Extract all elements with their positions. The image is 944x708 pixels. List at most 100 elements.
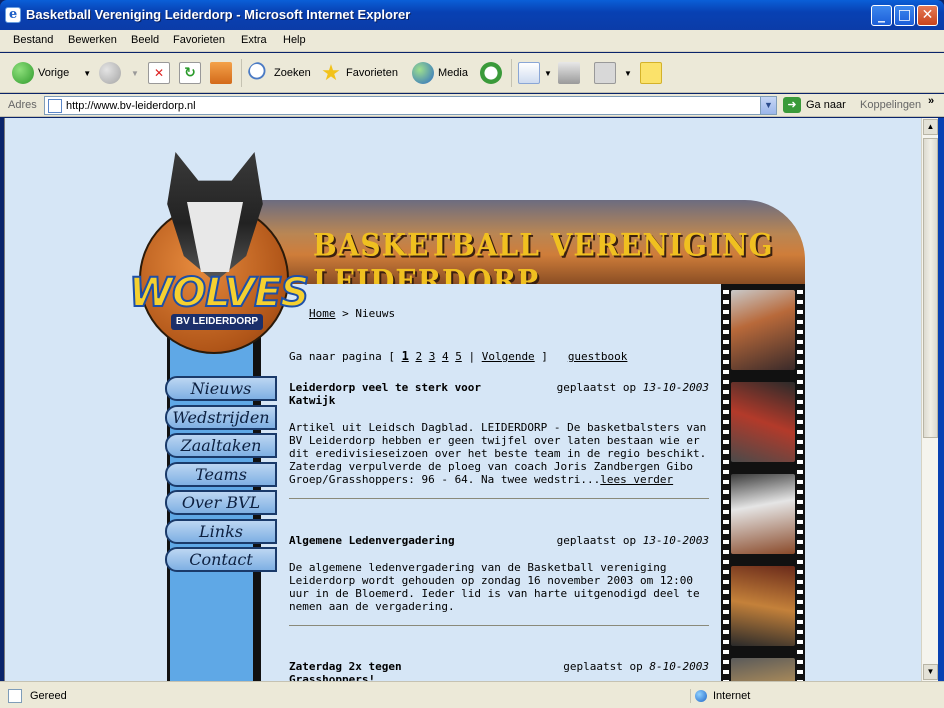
print-button[interactable]	[558, 62, 580, 84]
news-item: Leiderdorp veel te sterk voor Katwijk ge…	[289, 381, 709, 499]
go-label: Ga naar	[806, 99, 846, 111]
menu-bewerken[interactable]: Bewerken	[68, 34, 117, 46]
nav-links[interactable]: Links	[165, 518, 277, 544]
address-dropdown-icon[interactable]: ▼	[760, 97, 776, 114]
logo-wordmark: WOLVES	[128, 269, 310, 317]
links-toolbar[interactable]: Koppelingen	[860, 99, 921, 111]
minimize-button[interactable]: _	[871, 5, 892, 26]
ie-icon: e	[5, 7, 21, 23]
nav-over-bvl[interactable]: Over BVL	[165, 490, 277, 515]
nav-wedstrijden[interactable]: Wedstrijden	[165, 404, 277, 430]
back-dropdown-icon[interactable]: ▼	[83, 69, 91, 78]
go-button[interactable]: ➜ Ga naar	[783, 97, 846, 113]
menu-help[interactable]: Help	[283, 34, 306, 46]
stop-icon: ✕	[148, 62, 170, 84]
posted-label: geplaatst op	[556, 381, 643, 394]
favorites-button[interactable]: ★ Favorieten	[320, 62, 398, 84]
go-arrow-icon: ➜	[783, 97, 801, 113]
news-item: Algemene Ledenvergadering geplaatst op 1…	[289, 534, 709, 626]
title-bar[interactable]: e Basketball Vereniging Leiderdorp - Mic…	[0, 0, 944, 30]
home-button[interactable]	[210, 62, 232, 84]
photo-frame	[731, 382, 795, 462]
page-viewport: BASKETBALL VERENIGING LEIDERDORP WOLVES …	[4, 118, 921, 681]
refresh-button[interactable]: ↻	[179, 62, 201, 84]
nav-zaaltaken[interactable]: Zaaltaken	[165, 433, 277, 458]
edit-icon	[594, 62, 616, 84]
media-button[interactable]: Media	[412, 62, 468, 84]
status-zone: Internet	[690, 689, 750, 703]
forward-dropdown-icon[interactable]: ▼	[131, 69, 139, 78]
messenger-button[interactable]	[640, 62, 662, 84]
vertical-scrollbar[interactable]: ▲ ▼	[921, 118, 938, 681]
address-input[interactable]: http://www.bv-leiderdorp.nl ▼	[44, 96, 777, 115]
pagination: Ga naar pagina [ 1 2 3 4 5 | Volgende ] …	[289, 349, 627, 363]
mail-dropdown-icon[interactable]: ▼	[544, 69, 552, 78]
back-label: Vorige	[38, 67, 70, 79]
stop-button[interactable]: ✕	[148, 62, 170, 84]
back-arrow-icon	[12, 62, 34, 84]
edit-dropdown-icon[interactable]: ▼	[624, 69, 632, 78]
history-button[interactable]	[480, 62, 502, 84]
date-value: 13-10-2003	[642, 381, 709, 394]
nav-teams[interactable]: Teams	[165, 461, 277, 487]
news-title: Zaterdag 2x tegen Grasshoppers!	[289, 660, 402, 681]
pager-sep: |	[461, 350, 482, 363]
forward-button[interactable]: ▼	[99, 62, 139, 84]
search-button[interactable]: Zoeken	[248, 62, 311, 84]
search-label: Zoeken	[274, 67, 311, 79]
browser-window: e Basketball Vereniging Leiderdorp - Mic…	[0, 0, 944, 708]
media-icon	[412, 62, 434, 84]
address-url[interactable]: http://www.bv-leiderdorp.nl	[66, 100, 196, 112]
mail-button[interactable]: ▼	[518, 62, 552, 84]
photo-filmstrip	[721, 284, 805, 681]
breadcrumb-home[interactable]: Home	[309, 307, 336, 320]
address-bar: Adres http://www.bv-leiderdorp.nl ▼ ➜ Ga…	[0, 94, 944, 117]
menu-beeld[interactable]: Beeld	[131, 34, 159, 46]
read-more-link[interactable]: lees verder	[600, 473, 673, 486]
posted-label: geplaatst op	[563, 660, 650, 673]
globe-icon	[695, 690, 707, 702]
mail-icon	[518, 62, 540, 84]
scroll-up-icon[interactable]: ▲	[923, 119, 938, 135]
menu-extra[interactable]: Extra	[241, 34, 267, 46]
page-link-4[interactable]: 4	[442, 350, 449, 363]
nav-contact[interactable]: Contact	[165, 547, 277, 572]
breadcrumb: Home > Nieuws	[309, 307, 395, 320]
date-value: 13-10-2003	[642, 534, 709, 547]
page-link-5[interactable]: 5	[455, 350, 462, 363]
guestbook-link[interactable]: guestbook	[568, 350, 628, 363]
news-title: Leiderdorp veel te sterk voor Katwijk	[289, 381, 482, 407]
page-link-3[interactable]: 3	[429, 350, 436, 363]
scroll-down-icon[interactable]: ▼	[923, 664, 938, 680]
wolves-logo[interactable]: WOLVES BV LEIDERDORP	[125, 152, 310, 354]
close-button[interactable]: ✕	[917, 5, 938, 26]
forward-arrow-icon	[99, 62, 121, 84]
next-page-link[interactable]: Volgende	[482, 350, 535, 363]
scroll-thumb[interactable]	[923, 138, 938, 438]
breadcrumb-current: Nieuws	[355, 307, 396, 320]
toolbar-separator	[511, 59, 512, 87]
page-icon	[48, 99, 62, 113]
page-link-1[interactable]: 1	[402, 349, 409, 363]
nav-nieuws[interactable]: Nieuws	[165, 376, 277, 401]
edit-button[interactable]: ▼	[594, 62, 632, 84]
menu-favorieten[interactable]: Favorieten	[173, 34, 225, 46]
window-frame	[938, 118, 944, 681]
chevron-right-icon[interactable]: »	[928, 95, 934, 107]
page-link-2[interactable]: 2	[415, 350, 422, 363]
window-title: Basketball Vereniging Leiderdorp - Micro…	[26, 7, 411, 22]
back-button[interactable]: Vorige ▼	[12, 62, 91, 84]
menu-bar: Bestand Bewerken Beeld Favorieten Extra …	[0, 30, 944, 81]
refresh-icon: ↻	[179, 62, 201, 84]
toolbar-separator	[241, 59, 242, 87]
star-icon: ★	[321, 60, 341, 85]
status-text: Gereed	[30, 690, 67, 702]
photo-frame	[731, 658, 795, 681]
address-label: Adres	[8, 99, 37, 111]
note-icon	[640, 62, 662, 84]
maximize-button[interactable]: □	[894, 5, 915, 26]
menu-bestand[interactable]: Bestand	[13, 34, 53, 46]
breadcrumb-separator: >	[335, 307, 356, 320]
photo-frame	[731, 474, 795, 554]
page-icon	[8, 689, 22, 703]
